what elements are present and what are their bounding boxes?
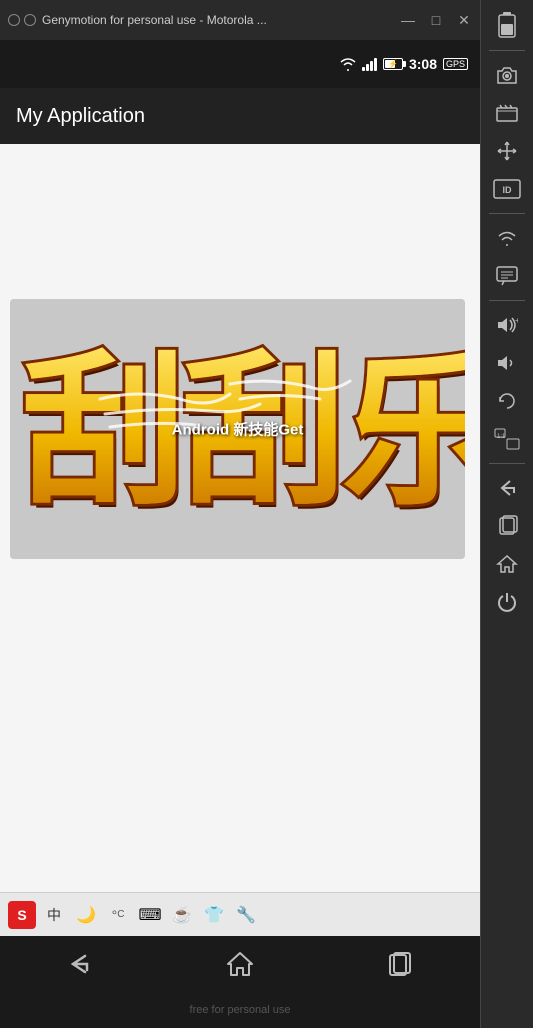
video-sidebar-icon[interactable] [487, 95, 527, 131]
watermark-text: free for personal use [190, 1004, 291, 1016]
sidebar-divider-3 [489, 300, 525, 301]
signal-bar-2 [366, 64, 369, 71]
app-title: My Application [16, 105, 145, 128]
rotate-sidebar-icon[interactable] [487, 383, 527, 419]
chinese-input-icon[interactable]: 中 [40, 901, 68, 929]
phone-screen: ⚡ 3:08 GPS My Application 刮刮乐 [0, 40, 480, 1028]
minimize-button[interactable]: — [400, 12, 416, 29]
wifi-sidebar-icon[interactable] [487, 220, 527, 256]
night-mode-icon[interactable]: 🌙 [72, 901, 100, 929]
keyboard-icon[interactable]: ⌨ [136, 901, 164, 929]
dot-2 [24, 14, 36, 26]
sidebar-divider-2 [489, 213, 525, 214]
chinese-text-svg: 刮刮乐 刮刮乐 刮刮乐 [10, 299, 465, 559]
id-sidebar-icon[interactable]: ID [487, 171, 527, 207]
volume-down-sidebar-icon[interactable] [487, 345, 527, 381]
gps-badge: GPS [443, 58, 468, 70]
title-bar: Genymotion for personal use - Motorola .… [0, 0, 480, 40]
shirt-icon[interactable]: 👕 [200, 901, 228, 929]
wifi-status-icon [340, 57, 356, 71]
title-controls: — □ ✕ [400, 12, 472, 29]
battery-sidebar-icon[interactable] [487, 8, 527, 44]
title-dots [8, 14, 36, 26]
degree-icon[interactable]: °C [104, 901, 132, 929]
window-title: Genymotion for personal use - Motorola .… [42, 13, 267, 27]
watermark-bar: free for personal use [0, 992, 480, 1028]
chinese-art: 刮刮乐 刮刮乐 刮刮乐 [10, 299, 465, 559]
nav-bar [0, 936, 480, 992]
title-bar-left: Genymotion for personal use - Motorola .… [8, 13, 267, 27]
sogou-icon[interactable]: S [8, 901, 36, 929]
svg-text:ID: ID [503, 185, 513, 195]
right-sidebar: ID + [480, 0, 533, 1028]
back-sidebar-icon[interactable] [487, 470, 527, 506]
volume-up-sidebar-icon[interactable]: + [487, 307, 527, 343]
sidebar-divider-4 [489, 463, 525, 464]
recents-nav-button[interactable] [360, 944, 440, 984]
recents-sidebar-icon[interactable] [487, 508, 527, 544]
move-sidebar-icon[interactable] [487, 133, 527, 169]
signal-bar-4 [374, 58, 377, 71]
signal-bar-1 [362, 67, 365, 71]
wrench-icon[interactable]: 🔧 [232, 901, 260, 929]
signal-bars [362, 57, 377, 71]
close-button[interactable]: ✕ [456, 12, 472, 29]
status-icons: ⚡ 3:08 GPS [340, 56, 468, 72]
image-container: 刮刮乐 刮刮乐 刮刮乐 [10, 299, 465, 559]
ime-toolbar: S 中 🌙 °C ⌨ ☕ 👕 🔧 [0, 892, 480, 936]
status-time: 3:08 [409, 56, 437, 72]
cup-icon[interactable]: ☕ [168, 901, 196, 929]
app-bar: My Application [0, 88, 480, 144]
back-nav-button[interactable] [40, 944, 120, 984]
signal-bar-3 [370, 61, 373, 71]
battery-status-icon: ⚡ [383, 58, 403, 70]
dot-1 [8, 14, 20, 26]
home-nav-button[interactable] [200, 944, 280, 984]
sidebar-divider-1 [489, 50, 525, 51]
camera-sidebar-icon[interactable] [487, 57, 527, 93]
home-sidebar-icon[interactable] [487, 546, 527, 582]
svg-text:+: + [515, 316, 518, 325]
svg-text:刮刮乐: 刮刮乐 [22, 342, 465, 525]
power-sidebar-icon[interactable] [487, 584, 527, 620]
scale-sidebar-icon[interactable]: 1:1 [487, 421, 527, 457]
maximize-button[interactable]: □ [428, 12, 444, 29]
status-bar: ⚡ 3:08 GPS [0, 40, 480, 88]
chat-sidebar-icon[interactable] [487, 258, 527, 294]
